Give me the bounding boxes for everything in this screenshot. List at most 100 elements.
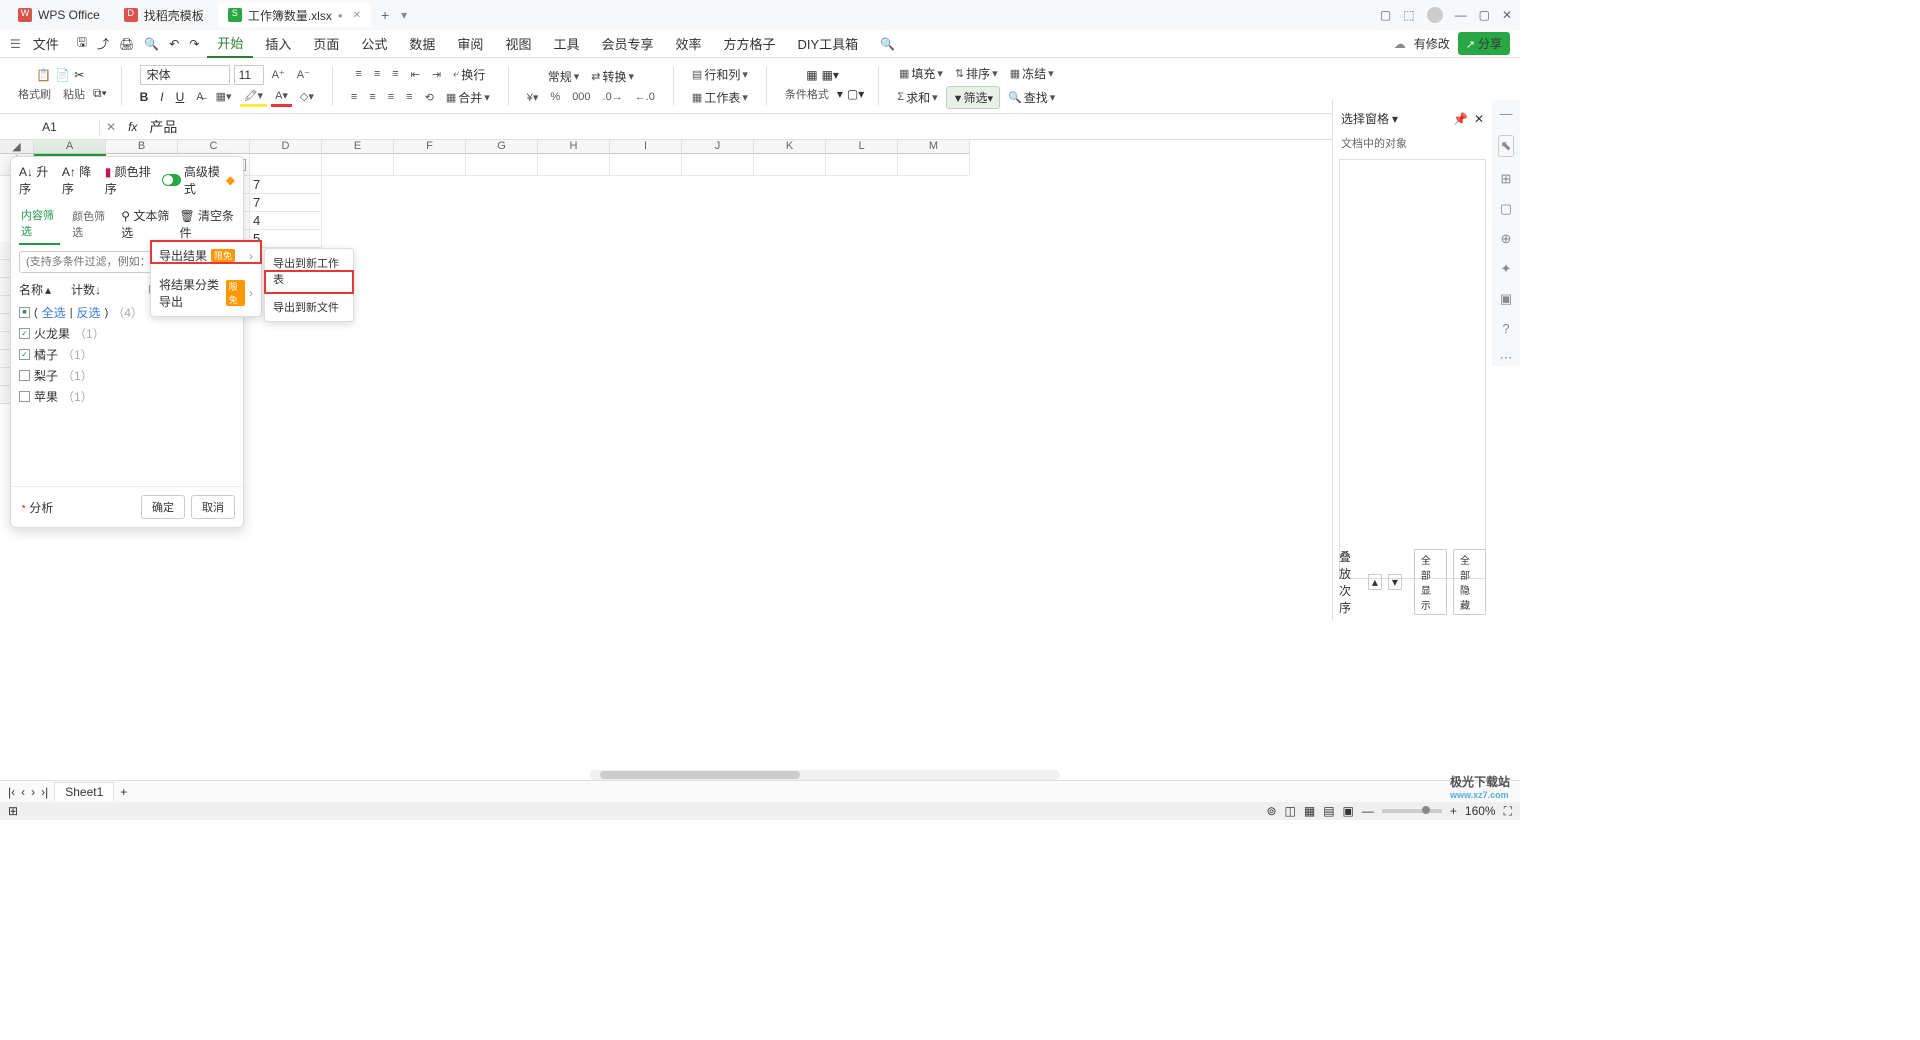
menu-data[interactable]: 数据 [399,30,445,57]
filter-item[interactable]: 火龙果（1） [19,323,235,344]
cancel-button[interactable]: 取消 [191,495,235,519]
menu-start[interactable]: 开始 [207,29,253,58]
filter-item[interactable]: 梨子（1） [19,365,235,386]
col-E[interactable]: E [322,140,394,154]
bold-icon[interactable]: B [136,88,153,106]
checkbox-icon[interactable] [19,370,30,381]
font-color-icon[interactable]: A▾ [271,87,292,107]
menu-review[interactable]: 审阅 [447,30,493,57]
save-icon[interactable]: 🖫 [77,33,87,54]
rowcol-button[interactable]: ▤行和列▾ [688,64,752,85]
filter-item[interactable]: 橘子（1） [19,344,235,365]
menu-formula[interactable]: 公式 [351,30,397,57]
checkbox-partial-icon[interactable] [19,307,30,318]
stack-order[interactable]: 叠放次序 [1339,548,1362,616]
print-icon[interactable]: 🖨 [119,33,134,54]
indent-inc-icon[interactable]: ⇥ [428,66,445,83]
col-F[interactable]: F [394,140,466,154]
col-D[interactable]: D [250,140,322,154]
currency-icon[interactable]: ¥▾ [523,89,543,106]
col-J[interactable]: J [682,140,754,154]
hdr-name[interactable]: 名称 [19,281,43,298]
fill-button[interactable]: ▦填充▾ [895,63,947,84]
tablestyle-icon[interactable]: ▦▾ [822,68,839,82]
fx-icon[interactable]: fx [122,120,143,134]
menu-view[interactable]: 视图 [495,30,541,57]
paste-icon[interactable]: 📄 [55,68,70,82]
menu-tools[interactable]: 工具 [543,30,589,57]
view-icon[interactable]: ◫ [1285,804,1296,818]
first-sheet-icon[interactable]: |‹ [8,785,15,799]
box-icon[interactable]: ▢ [1380,8,1391,22]
advanced-toggle[interactable]: 高级模式◆ [162,163,236,197]
cell-D1[interactable] [250,154,322,176]
numfmt-select[interactable]: 常规 ▾ [544,66,584,87]
next-sheet-icon[interactable]: › [31,785,35,799]
pin-icon[interactable]: 📌 [1453,112,1468,126]
sheet-tab-1[interactable]: Sheet1 [54,782,114,801]
sort-desc-button[interactable]: A↑ 降序 [62,163,97,197]
worksheet-button[interactable]: ▦工作表▾ [688,87,752,108]
menu-insert[interactable]: 插入 [255,30,301,57]
show-all-button[interactable]: 全部显示 [1414,549,1447,615]
analyze-button[interactable]: ◔分析 [19,499,53,516]
copy-icon[interactable]: ⧉▾ [93,86,107,101]
cancel-fx-icon[interactable]: ✕ [100,120,122,134]
color-sort-button[interactable]: ▮ 颜色排序 [105,163,154,197]
last-sheet-icon[interactable]: ›| [41,785,48,799]
avatar-icon[interactable] [1427,7,1443,23]
side-icon[interactable]: ⊕ [1501,231,1512,247]
mod-label[interactable]: 有修改 [1414,35,1450,52]
align-center-icon[interactable]: ≡ [365,89,379,105]
col-B[interactable]: B [106,140,178,154]
col-M[interactable]: M [898,140,970,154]
side-icon[interactable]: ⊞ [1501,171,1512,187]
select-all-link[interactable]: 全选 [42,304,66,321]
more-icon[interactable]: ⋯ [1500,350,1513,366]
tab-content-filter[interactable]: 内容筛选 [19,203,60,245]
strike-icon[interactable]: A̶ [192,89,207,105]
menu-icon[interactable]: ☰ [10,37,21,51]
valign-top-icon[interactable]: ≡ [351,66,365,82]
cut-icon[interactable]: ✂ [74,68,84,82]
sum-button[interactable]: Σ求和▾ [893,87,941,108]
col-I[interactable]: I [610,140,682,154]
merge-button[interactable]: ▦合并▾ [442,87,494,108]
side-icon[interactable]: ▣ [1500,291,1512,307]
underline-icon[interactable]: U [172,88,189,106]
prev-sheet-icon[interactable]: ‹ [21,785,25,799]
col-A[interactable]: A [34,140,106,154]
align-left-icon[interactable]: ≡ [347,89,361,105]
export-result-item[interactable]: 导出结果限免› [151,241,261,270]
undo-icon[interactable]: ↶ [169,33,179,54]
ok-button[interactable]: 确定 [141,495,185,519]
tab-color-filter[interactable]: 颜色筛选 [70,204,111,244]
menu-ffgz[interactable]: 方方格子 [714,30,786,57]
col-L[interactable]: L [826,140,898,154]
condfmt-icon[interactable]: ▦ [806,68,817,82]
checkbox-icon[interactable] [19,391,30,402]
file-menu[interactable]: 文件 [23,30,69,57]
add-sheet-button[interactable]: + [120,785,127,799]
tab-wps[interactable]: W WPS Office [8,3,110,27]
grow-font-icon[interactable]: A⁺ [268,66,289,83]
dec-inc-icon[interactable]: .0→ [599,89,627,105]
dec-dec-icon[interactable]: ←.0 [631,89,659,105]
zoom-value[interactable]: 160% [1465,804,1496,818]
zoom-out-icon[interactable]: — [1362,804,1374,818]
comma-icon[interactable]: 000 [568,89,594,105]
freeze-button[interactable]: ▦冻结▾ [1006,63,1058,84]
new-tab-button[interactable]: + [375,7,395,23]
border-icon[interactable]: ▦▾ [212,88,236,105]
view-icon[interactable]: ⊚ [1266,804,1276,818]
find-button[interactable]: 🔍查找▾ [1004,87,1059,108]
italic-icon[interactable]: I [156,88,167,106]
status-icon[interactable]: ⊞ [8,804,18,818]
sort-asc-button[interactable]: A↓ 升序 [19,163,54,197]
export-icon[interactable]: ⤴ [97,33,109,54]
down-icon[interactable]: ▾ [1388,574,1402,590]
export-to-sheet-item[interactable]: 导出到新工作表 [265,249,353,293]
cell-name-box[interactable]: A1 [0,120,100,134]
close-icon[interactable]: ✕ [353,10,361,21]
select-icon[interactable]: ⬉ [1498,135,1515,157]
